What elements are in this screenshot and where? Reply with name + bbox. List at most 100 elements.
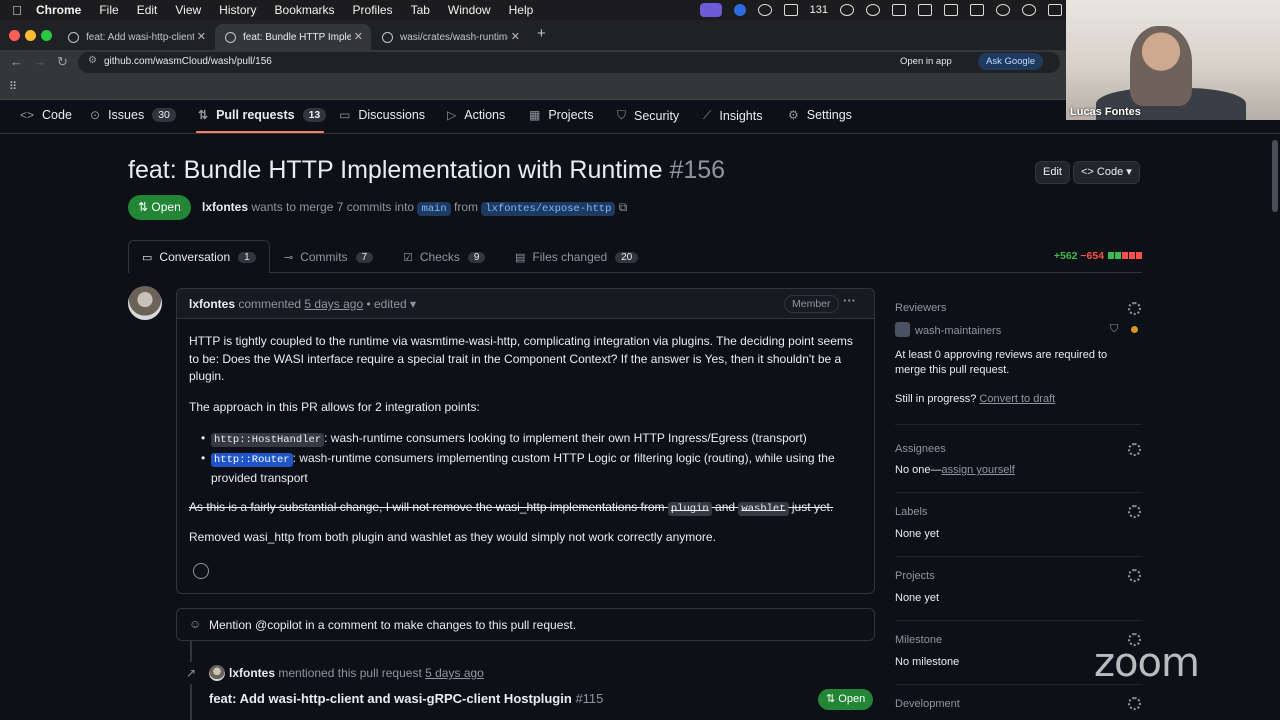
menu-edit[interactable]: Edit xyxy=(128,3,167,17)
close-icon[interactable]: ✕ xyxy=(354,30,363,43)
repo-tab-security[interactable]: ⛉ Security xyxy=(617,108,679,123)
open-in-app-button[interactable]: Open in app xyxy=(900,56,952,67)
sync-icon[interactable] xyxy=(757,4,772,16)
close-icon[interactable]: ✕ xyxy=(511,30,520,43)
browser-tab-2[interactable]: feat: Bundle HTTP Implemen ✕ xyxy=(215,24,371,50)
repo-tab-issues[interactable]: ⊙ Issues 30 xyxy=(90,108,176,122)
close-window-button[interactable] xyxy=(9,30,20,41)
page-scrollbar[interactable] xyxy=(1270,134,1280,720)
menu-view[interactable]: View xyxy=(166,3,210,17)
site-info-icon[interactable]: ⚙ xyxy=(88,55,97,66)
tab-conversation[interactable]: ▭ Conversation 1 xyxy=(142,250,256,264)
wifi-icon[interactable] xyxy=(1022,4,1036,16)
menu-window[interactable]: Window xyxy=(439,3,500,17)
repo-tab-actions[interactable]: ▷ Actions xyxy=(447,108,505,122)
browser-tab-3[interactable]: wasi/crates/wash-runtime/R ✕ xyxy=(372,24,528,50)
repo-tab-pull-requests[interactable]: ⇅ Pull requests 13 xyxy=(198,108,327,122)
url-field[interactable]: ⚙ github.com/wasmCloud/wash/pull/156 Ope… xyxy=(78,52,1060,73)
tools-icon[interactable] xyxy=(970,4,984,16)
chevron-down-icon: ▾ xyxy=(1123,166,1132,178)
focus-icon[interactable] xyxy=(840,4,854,16)
referenced-pr-title[interactable]: feat: Add wasi-http-client and wasi-gRPC… xyxy=(209,691,572,706)
comment-header: lxfontes commented 5 days ago • edited ▾… xyxy=(177,289,874,319)
scrollbar-thumb[interactable] xyxy=(1272,140,1278,212)
repo-tab-settings[interactable]: ⚙ Settings xyxy=(788,108,852,122)
assign-yourself-link[interactable]: assign yourself xyxy=(941,464,1014,476)
tab-checks[interactable]: ☑ Checks 9 xyxy=(403,250,486,264)
volume-icon[interactable] xyxy=(1048,4,1062,16)
copilot-icon: ☺ xyxy=(189,617,202,631)
avatar[interactable] xyxy=(209,665,225,681)
battery-icon[interactable] xyxy=(944,4,958,16)
menu-app-name[interactable]: Chrome xyxy=(34,3,90,17)
tab-files-changed[interactable]: ▤ Files changed 20 xyxy=(515,250,639,264)
menu-bookmarks[interactable]: Bookmarks xyxy=(266,3,344,17)
record-icon[interactable] xyxy=(866,4,880,16)
menu-tab[interactable]: Tab xyxy=(402,3,439,17)
chevron-down-icon[interactable]: ▾ xyxy=(410,297,416,311)
tab-commits[interactable]: ⊸ Commits 7 xyxy=(284,250,374,264)
close-icon[interactable]: ✕ xyxy=(197,30,206,43)
repo-tab-insights[interactable]: ⟋ Insights xyxy=(703,108,763,123)
referenced-pr-link[interactable]: feat: Add wasi-http-client and wasi-gRPC… xyxy=(209,691,603,706)
timestamp-link[interactable]: 5 days ago xyxy=(304,297,363,311)
gear-icon[interactable] xyxy=(1128,443,1141,456)
assignees-heading[interactable]: Assignees xyxy=(895,443,946,455)
participant-name: Lucas Fontes xyxy=(1070,106,1141,118)
labels-heading[interactable]: Labels xyxy=(895,506,927,518)
ask-google-button[interactable]: Ask Google xyxy=(978,53,1044,70)
referenced-pr-number[interactable]: #115 xyxy=(575,691,603,706)
avatar[interactable] xyxy=(128,286,162,320)
display-icon[interactable] xyxy=(918,4,932,16)
milestone-heading[interactable]: Milestone xyxy=(895,634,942,646)
grid-icon[interactable] xyxy=(783,4,798,16)
reviewer-team[interactable]: wash-maintainers xyxy=(915,325,1001,337)
gear-icon[interactable] xyxy=(1128,302,1141,315)
zoom-status-icon[interactable] xyxy=(699,3,722,17)
minimize-window-button[interactable] xyxy=(25,30,36,41)
edited-dropdown[interactable]: • edited xyxy=(366,297,406,311)
projects-heading[interactable]: Projects xyxy=(895,570,935,582)
menu-help[interactable]: Help xyxy=(500,3,543,17)
repo-tab-code[interactable]: <> Code xyxy=(20,108,72,122)
timestamp-link[interactable]: 5 days ago xyxy=(425,666,484,680)
forward-icon[interactable]: → xyxy=(33,54,46,69)
browser-tab-1[interactable]: feat: Add wasi-http-client an ✕ xyxy=(58,24,214,50)
url-text[interactable]: github.com/wasmCloud/wash/pull/156 xyxy=(104,56,272,67)
copy-icon[interactable]: ⧉ xyxy=(619,200,628,214)
author-link[interactable]: lxfontes xyxy=(229,666,275,680)
code-dropdown-button[interactable]: <> Code ▾ xyxy=(1073,161,1140,184)
head-branch[interactable]: lxfontes/expose-http xyxy=(481,202,616,216)
reload-icon[interactable]: ↻ xyxy=(57,54,68,70)
convert-to-draft-link[interactable]: Convert to draft xyxy=(979,393,1055,405)
gear-icon[interactable] xyxy=(1128,569,1141,582)
new-tab-icon[interactable]: + xyxy=(537,25,546,42)
zoom-meeting-icon[interactable] xyxy=(733,4,746,16)
apps-grid-icon[interactable]: ⠿ xyxy=(9,82,19,93)
repo-tab-discussions[interactable]: ▭ Discussions xyxy=(339,108,425,122)
author-link[interactable]: lxfontes xyxy=(202,200,248,214)
copilot-hint: ☺ Mention @copilot in a comment to make … xyxy=(176,608,875,641)
edit-button[interactable]: Edit xyxy=(1035,161,1070,184)
menu-file[interactable]: File xyxy=(90,3,127,17)
menu-history[interactable]: History xyxy=(210,3,265,17)
development-heading[interactable]: Development xyxy=(895,698,960,710)
gear-icon[interactable] xyxy=(1128,697,1141,710)
back-icon[interactable]: ← xyxy=(10,54,23,69)
status-label: Open xyxy=(838,693,866,705)
author-link[interactable]: lxfontes xyxy=(189,297,235,311)
apple-icon[interactable]:  xyxy=(0,3,34,18)
add-reaction-icon[interactable] xyxy=(193,563,209,579)
kebab-menu-icon[interactable]: ··· xyxy=(843,293,856,308)
maximize-window-button[interactable] xyxy=(41,30,52,41)
repo-tab-projects[interactable]: ▦ Projects xyxy=(529,108,594,122)
reviewers-heading[interactable]: Reviewers xyxy=(895,302,946,314)
base-branch[interactable]: main xyxy=(417,202,451,216)
inline-code: washlet xyxy=(738,502,789,516)
cloud-icon[interactable] xyxy=(892,4,906,16)
grammarly-count[interactable]: 131 xyxy=(810,4,828,16)
bluetooth-icon[interactable] xyxy=(996,4,1010,16)
gear-icon[interactable] xyxy=(1128,505,1141,518)
team-icon xyxy=(895,322,910,337)
menu-profiles[interactable]: Profiles xyxy=(344,3,402,17)
